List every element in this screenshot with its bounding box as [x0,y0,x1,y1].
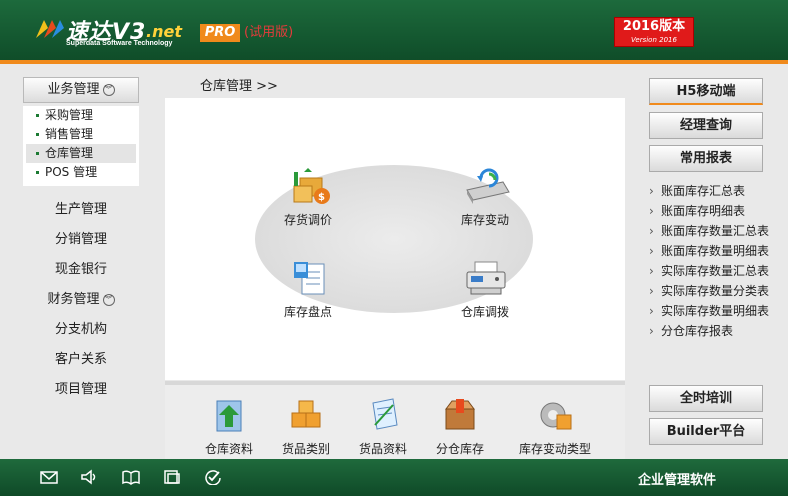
breadcrumb: 仓库管理 >> [200,79,278,94]
logo-subtitle: Superdata Software Technology [66,40,173,47]
window-icon[interactable] [163,469,181,485]
chevron-right-icon: › [649,304,654,318]
tool-goods-info-label: 货品资料 [358,442,407,456]
chevron-right-icon: › [649,184,654,198]
func-stock-change[interactable]: 库存变动 [445,168,525,228]
report-item-label: 实际库存数量明细表 [661,304,770,318]
sidebar-item-branch[interactable]: 分支机构 [23,317,139,347]
svg-text:$: $ [318,192,325,203]
logo-net: .net [146,22,182,41]
tool-branch-stock[interactable]: 分仓库存 [420,397,500,457]
category-icon [291,400,321,428]
sidebar-item-finance-label: 财务管理 [47,292,100,307]
trial-label: (试用版) [244,25,294,40]
report-list: › 账面库存汇总表 › 账面库存明细表 › 账面库存数量汇总表 › 账面库存数量明细表 … [649,183,769,343]
func-price-adjust[interactable]: $ 存货调价 [268,168,348,228]
func-stock-check[interactable]: 库存盘点 [268,260,348,320]
report-item-label: 账面库存汇总表 [661,184,746,198]
mail-icon[interactable] [40,469,58,485]
sidebar-item-project[interactable]: 项目管理 [23,377,139,407]
footer-bar: 企业管理软件 [0,459,788,496]
report-item-label: 实际库存数量汇总表 [661,264,770,278]
book-icon[interactable] [122,469,140,485]
builder-platform-button[interactable]: Builder平台 [649,418,763,445]
version-badge: 2016版本 Version 2016 [614,17,694,47]
branch-stock-icon [445,399,475,430]
footer-product-label: 企业管理软件 [638,473,717,488]
warehouse-icon [216,400,242,432]
tool-branch-stock-label: 分仓库存 [435,442,484,456]
sidebar-item-customer[interactable]: 客户关系 [23,347,139,377]
chevron-down-icon: ︾ [102,83,115,96]
report-item[interactable]: › 账面库存数量汇总表 [649,223,769,243]
tool-bar: 仓库资料 货品类别 货品资料 分仓库存 库存变动类型 [165,381,625,459]
speaker-icon[interactable] [80,469,98,485]
chevron-right-icon: › [649,244,654,258]
submenu-item-sales[interactable]: 销售管理 [23,125,139,144]
business-submenu: 采购管理 销售管理 仓库管理 POS 管理 [23,106,139,186]
goods-info-icon [372,398,398,430]
func-stock-check-label: 库存盘点 [283,305,332,319]
report-item[interactable]: › 账面库存数量明细表 [649,243,769,263]
report-item-label: 账面库存明细表 [661,204,746,218]
chevron-right-icon: › [649,204,654,218]
report-item-label: 实际库存数量分类表 [661,284,770,298]
tool-change-type-label: 库存变动类型 [518,442,591,456]
common-reports-button[interactable]: 常用报表 [649,145,763,172]
business-menu-header[interactable]: 业务管理 ︾ [23,77,139,103]
price-adjust-icon: $ [293,168,330,204]
sidebar-item-cash-bank[interactable]: 现金银行 [23,257,139,287]
func-stock-change-label: 库存变动 [460,213,509,227]
check-icon[interactable] [204,469,222,485]
function-panel: $ 存货调价 库存变动 库存盘点 仓库调拨 [165,98,625,380]
tool-goods-info[interactable]: 货品资料 [343,397,423,457]
sidebar-item-production[interactable]: 生产管理 [23,197,139,227]
app-header: 速达V3 .net Superdata Software Technology … [0,0,788,60]
report-item[interactable]: › 账面库存明细表 [649,203,769,223]
version-main: 2016版本 [622,19,686,34]
logo-icon [36,20,64,38]
stock-change-icon [466,168,510,204]
chevron-down-icon: ︾ [102,293,115,306]
submenu-item-pos[interactable]: POS 管理 [23,163,139,182]
report-item[interactable]: › 实际库存数量明细表 [649,303,769,323]
chevron-right-icon: › [649,324,654,338]
report-item-label: 分仓库存报表 [661,324,734,338]
training-button[interactable]: 全时培训 [649,385,763,412]
report-item[interactable]: › 账面库存汇总表 [649,183,769,203]
h5-mobile-button[interactable]: H5移动端 [649,78,763,105]
business-menu-label: 业务管理 [47,82,100,97]
transfer-icon [466,261,506,295]
submenu-item-warehouse[interactable]: 仓库管理 [26,144,136,163]
version-sub: Version 2016 [631,36,677,44]
tool-category-label: 货品类别 [281,442,330,456]
sidebar-item-finance[interactable]: 财务管理 ︾ [23,287,139,317]
func-transfer[interactable]: 仓库调拨 [445,260,525,320]
report-item-label: 账面库存数量汇总表 [661,224,770,238]
report-item[interactable]: › 实际库存数量汇总表 [649,263,769,283]
func-price-adjust-label: 存货调价 [283,213,332,227]
submenu-item-purchase[interactable]: 采购管理 [23,106,139,125]
report-item-label: 账面库存数量明细表 [661,244,770,258]
left-sidebar: 业务管理 ︾ 采购管理 销售管理 仓库管理 POS 管理 生产管理 分销管理 现金… [0,64,160,458]
report-item[interactable]: › 实际库存数量分类表 [649,283,769,303]
sidebar-nav: 生产管理 分销管理 现金银行 财务管理 ︾ 分支机构 客户关系 项目管理 [23,197,139,407]
sidebar-item-distribution[interactable]: 分销管理 [23,227,139,257]
tool-change-type[interactable]: 库存变动类型 [505,397,605,457]
stock-check-icon [294,262,325,295]
tool-category[interactable]: 货品类别 [266,397,346,457]
change-type-icon [540,402,572,430]
report-item[interactable]: › 分仓库存报表 [649,323,769,343]
tool-warehouse-label: 仓库资料 [204,442,253,456]
func-transfer-label: 仓库调拨 [460,305,509,319]
manager-query-button[interactable]: 经理查询 [649,112,763,139]
chevron-right-icon: › [649,224,654,238]
chevron-right-icon: › [649,284,654,298]
pro-badge: PRO [200,24,240,42]
tool-warehouse[interactable]: 仓库资料 [189,397,269,457]
chevron-right-icon: › [649,264,654,278]
